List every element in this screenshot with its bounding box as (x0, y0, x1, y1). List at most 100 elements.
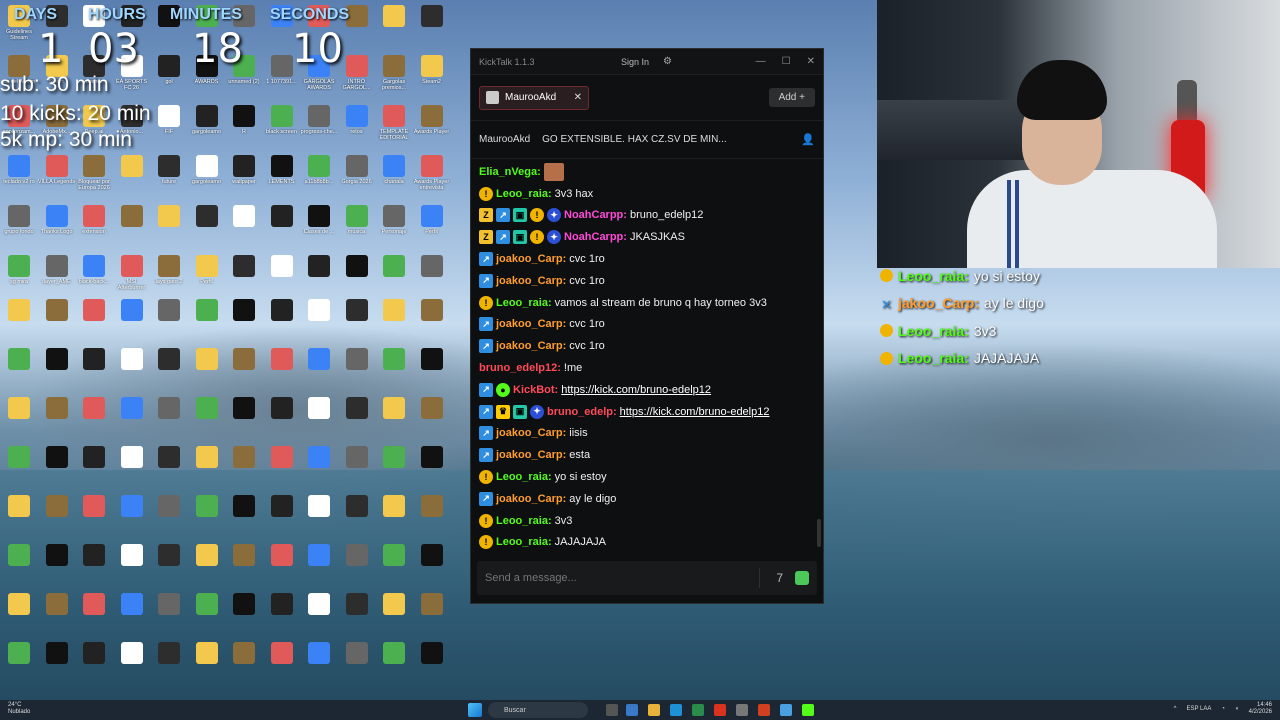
user-icon[interactable]: 👤 (801, 133, 815, 146)
desktop-icon[interactable]: chanala (375, 155, 413, 191)
weather-widget[interactable]: 24°C Nublado (8, 702, 30, 716)
chat-link[interactable]: https://kick.com/bruno-edelp12 (561, 384, 711, 396)
desktop-icon[interactable]: Steam2 (413, 55, 451, 91)
desktop-icon[interactable] (375, 446, 413, 470)
chat-username[interactable]: joakoo_Carp: (496, 340, 566, 352)
chat-link[interactable]: https://kick.com/bruno-edelp12 (620, 406, 770, 418)
desktop-icon[interactable] (338, 446, 376, 470)
desktop-icon[interactable]: MSI Afterburner (113, 255, 151, 291)
settings-gear-icon[interactable]: ⚙ (663, 56, 672, 67)
desktop-icon[interactable] (375, 255, 413, 291)
desktop-icon[interactable] (263, 205, 301, 241)
task-view-icon[interactable] (606, 704, 618, 716)
desktop-icon[interactable] (413, 397, 451, 421)
desktop-icon[interactable] (113, 155, 151, 191)
desktop-icon[interactable] (38, 299, 76, 323)
desktop-icon[interactable] (188, 397, 226, 421)
desktop-icon[interactable] (150, 544, 188, 568)
desktop-icon[interactable] (113, 593, 151, 617)
desktop-icon[interactable]: VILLA Legends (38, 155, 76, 191)
chat-username[interactable]: joakoo_Carp: (496, 493, 566, 505)
desktop-icon[interactable] (338, 299, 376, 323)
chat-username[interactable]: KickBot: (513, 384, 558, 396)
desktop-icon[interactable]: lays gato 2 (150, 255, 188, 291)
desktop-icon[interactable] (38, 544, 76, 568)
desktop-icon[interactable] (413, 5, 451, 41)
brave-icon[interactable] (714, 704, 726, 716)
desktop-icon[interactable] (338, 397, 376, 421)
desktop-icon[interactable]: flayer_AME (38, 255, 76, 291)
desktop-icon[interactable] (188, 544, 226, 568)
file-explorer-icon[interactable] (648, 704, 660, 716)
desktop-icon[interactable] (375, 397, 413, 421)
desktop-icon[interactable] (188, 642, 226, 666)
desktop-icon[interactable]: Bloquear por Europa 2026 (75, 155, 113, 191)
desktop-icon[interactable] (150, 495, 188, 519)
desktop-icon[interactable] (75, 299, 113, 323)
chat-username[interactable]: Elia_nVega: (479, 166, 541, 178)
desktop-icon[interactable] (263, 446, 301, 470)
desktop-icon[interactable] (338, 593, 376, 617)
desktop-icon[interactable] (75, 544, 113, 568)
desktop-icon[interactable] (225, 205, 263, 241)
desktop-icon[interactable] (225, 495, 263, 519)
desktop-icon[interactable] (38, 642, 76, 666)
desktop-icon[interactable]: future (150, 155, 188, 191)
desktop-icon[interactable] (263, 642, 301, 666)
taskbar-search[interactable]: Buscar (488, 702, 588, 718)
desktop-icon[interactable] (38, 593, 76, 617)
desktop-icon[interactable] (300, 348, 338, 372)
desktop-icon[interactable]: Clases de ... (300, 205, 338, 241)
desktop-icon[interactable] (0, 495, 38, 519)
desktop-icon[interactable]: Gargolas premios... (375, 55, 413, 91)
desktop-icon[interactable] (375, 348, 413, 372)
desktop-icon[interactable]: Personaje (375, 205, 413, 241)
desktop-icon[interactable] (0, 446, 38, 470)
desktop-icon[interactable] (225, 397, 263, 421)
desktop-icon[interactable] (375, 299, 413, 323)
desktop-icon[interactable]: wallpaper (225, 155, 263, 191)
desktop-icon[interactable] (413, 348, 451, 372)
desktop-icon[interactable] (38, 446, 76, 470)
desktop-icon[interactable] (75, 446, 113, 470)
desktop-icon[interactable]: LEMENTS (263, 155, 301, 191)
close-tab-icon[interactable]: ✕ (574, 92, 582, 103)
desktop-icon[interactable] (300, 446, 338, 470)
desktop-icon[interactable] (300, 642, 338, 666)
desktop-icon[interactable] (413, 544, 451, 568)
emote-picker-icon[interactable] (795, 571, 809, 585)
desktop-icon[interactable] (300, 397, 338, 421)
chat-username[interactable]: joakoo_Carp: (496, 318, 566, 330)
desktop-icon[interactable] (113, 397, 151, 421)
desktop-icon[interactable] (0, 397, 38, 421)
desktop-icon[interactable]: Gorgia 2026 (338, 155, 376, 191)
desktop-icon[interactable] (225, 348, 263, 372)
start-button[interactable] (468, 703, 482, 717)
desktop-icon[interactable] (300, 255, 338, 291)
desktop-icon[interactable] (0, 593, 38, 617)
desktop-icon[interactable] (300, 593, 338, 617)
close-icon[interactable]: ✕ (807, 56, 815, 67)
desktop-icon[interactable] (75, 495, 113, 519)
desktop-icon[interactable] (38, 495, 76, 519)
desktop-icon[interactable] (113, 299, 151, 323)
desktop-icon[interactable] (150, 446, 188, 470)
desktop-icon[interactable] (0, 544, 38, 568)
desktop-icon[interactable] (225, 255, 263, 291)
desktop-icon[interactable] (150, 642, 188, 666)
desktop-icon[interactable] (263, 348, 301, 372)
desktop-icon[interactable]: Perfil (413, 205, 451, 241)
clock[interactable]: 14:46 4/2/2026 (1249, 702, 1272, 716)
desktop-icon[interactable] (375, 642, 413, 666)
desktop-icon[interactable] (300, 544, 338, 568)
app-icon[interactable] (780, 704, 792, 716)
widgets-icon[interactable] (626, 704, 638, 716)
desktop-icon[interactable] (188, 299, 226, 323)
message-input[interactable] (485, 572, 750, 584)
spotify-icon[interactable] (692, 704, 704, 716)
scrollbar[interactable] (817, 519, 821, 547)
desktop-icon[interactable] (263, 593, 301, 617)
desktop-icon[interactable] (113, 495, 151, 519)
desktop-icon[interactable] (188, 593, 226, 617)
desktop-icon[interactable] (38, 348, 76, 372)
